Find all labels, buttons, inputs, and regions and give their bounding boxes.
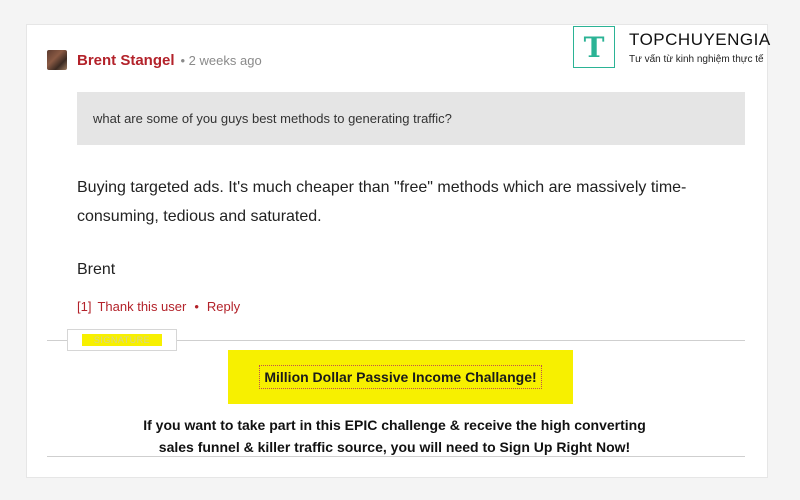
forum-post-card: Brent Stangel • 2 weeks ago what are som… <box>26 24 768 478</box>
watermark-title: TOPCHUYENGIA <box>629 30 771 49</box>
brand-t-icon: T <box>573 26 615 68</box>
post-body-line: Buying targeted ads. It's much cheaper t… <box>77 179 687 196</box>
post-timestamp: • 2 weeks ago <box>180 52 262 68</box>
avatar[interactable] <box>47 50 67 70</box>
thank-user-link[interactable]: Thank this user <box>97 299 186 314</box>
promo-title-link[interactable]: Million Dollar Passive Income Challange! <box>259 365 542 389</box>
promo-description-line: sales funnel & killer traffic source, yo… <box>158 439 631 455</box>
watermark-subtitle: Tư vấn từ kinh nghiệm thực tế <box>629 54 764 65</box>
quoted-message: what are some of you guys best methods t… <box>77 92 745 145</box>
action-separator: • <box>194 299 199 314</box>
post-body: Buying targeted ads. It's much cheaper t… <box>77 173 717 231</box>
watermark-logo: T TOPCHUYENGIA Tư vấn từ kinh nghiệm thự… <box>573 26 771 68</box>
promo-description-line: If you want to take part in this EPIC ch… <box>143 417 646 433</box>
post-signoff: Brent <box>77 261 116 278</box>
signature-label-box: SIGNATURE <box>67 329 177 351</box>
reply-link[interactable]: Reply <box>207 299 240 314</box>
post-header: Brent Stangel • 2 weeks ago <box>47 49 262 71</box>
promo-description: If you want to take part in this EPIC ch… <box>127 414 662 458</box>
signature-label: SIGNATURE <box>81 334 163 346</box>
post-actions: [1] Thank this user • Reply <box>77 299 240 314</box>
author-name[interactable]: Brent Stangel <box>77 52 175 69</box>
watermark-texts: TOPCHUYENGIA Tư vấn từ kinh nghiệm thực … <box>629 30 771 65</box>
bottom-divider <box>47 456 745 457</box>
post-body-line: consuming, tedious and saturated. <box>77 208 322 225</box>
promo-banner: Million Dollar Passive Income Challange! <box>228 350 573 404</box>
thanks-count: [1] <box>77 299 92 314</box>
